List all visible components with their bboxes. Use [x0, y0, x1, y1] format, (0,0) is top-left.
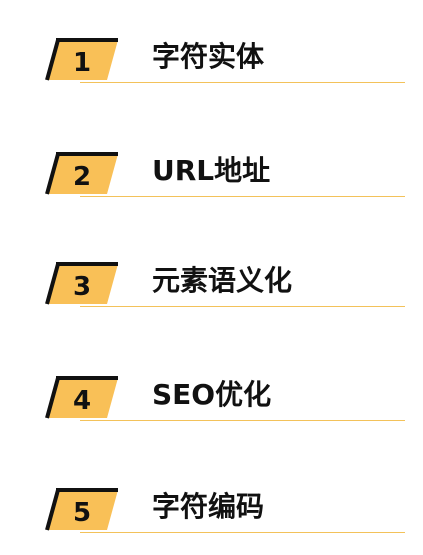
item-label: 字符编码: [152, 490, 265, 523]
divider-line: [80, 420, 405, 421]
toc-item[interactable]: 2 URL地址: [40, 150, 407, 206]
item-label: 元素语义化: [152, 264, 293, 297]
number-badge: 4: [40, 374, 120, 422]
number-badge: 3: [40, 260, 120, 308]
item-label: 字符实体: [152, 40, 265, 73]
item-label: URL地址: [152, 154, 271, 187]
table-of-contents: 1 字符实体 2 URL地址 3 元素语义化 4 SEO优化 5 字符编码: [0, 0, 423, 555]
number-badge: 2: [40, 150, 120, 198]
item-number: 2: [72, 162, 92, 192]
item-number: 4: [72, 386, 92, 416]
number-badge: 5: [40, 486, 120, 534]
divider-line: [80, 532, 405, 533]
item-number: 3: [72, 272, 92, 302]
item-label: SEO优化: [152, 378, 272, 411]
item-number: 5: [72, 498, 92, 528]
toc-item[interactable]: 1 字符实体: [40, 36, 407, 92]
toc-item[interactable]: 3 元素语义化: [40, 260, 407, 316]
item-number: 1: [72, 48, 92, 78]
toc-item[interactable]: 4 SEO优化: [40, 374, 407, 430]
divider-line: [80, 82, 405, 83]
toc-item[interactable]: 5 字符编码: [40, 486, 407, 542]
divider-line: [80, 306, 405, 307]
number-badge: 1: [40, 36, 120, 84]
divider-line: [80, 196, 405, 197]
